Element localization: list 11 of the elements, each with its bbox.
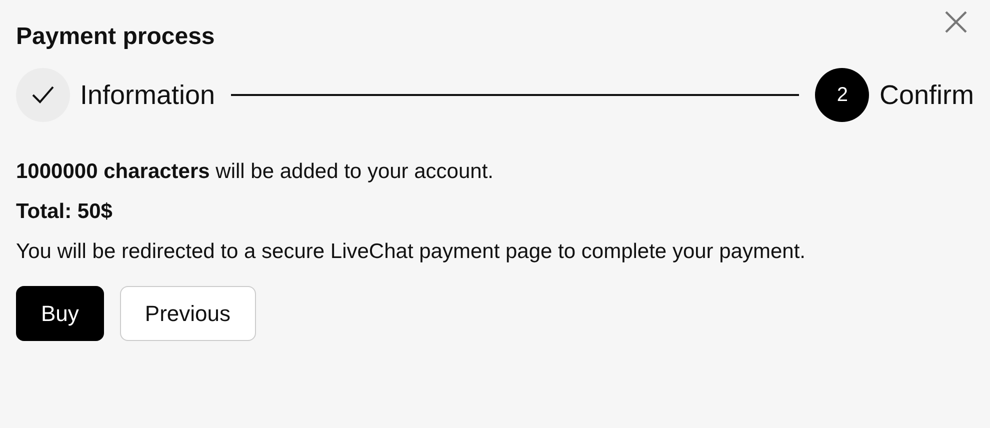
previous-button[interactable]: Previous <box>120 286 256 341</box>
message-text: Total: 50$ <box>16 199 114 225</box>
step-marker: 2 <box>815 68 870 122</box>
step-label: Confirm <box>879 80 974 110</box>
message-text: 1000000 characters will be added to your account. <box>16 159 495 185</box>
checkmark-icon <box>32 86 54 104</box>
close-icon[interactable] <box>944 10 968 34</box>
dialog-title: Payment process <box>16 22 215 52</box>
message-text: You will be redirected to a secure LiveChat payment page to complete your payment. <box>16 239 807 265</box>
buy-button[interactable]: Buy <box>16 286 104 341</box>
step-label: Information <box>80 80 216 110</box>
